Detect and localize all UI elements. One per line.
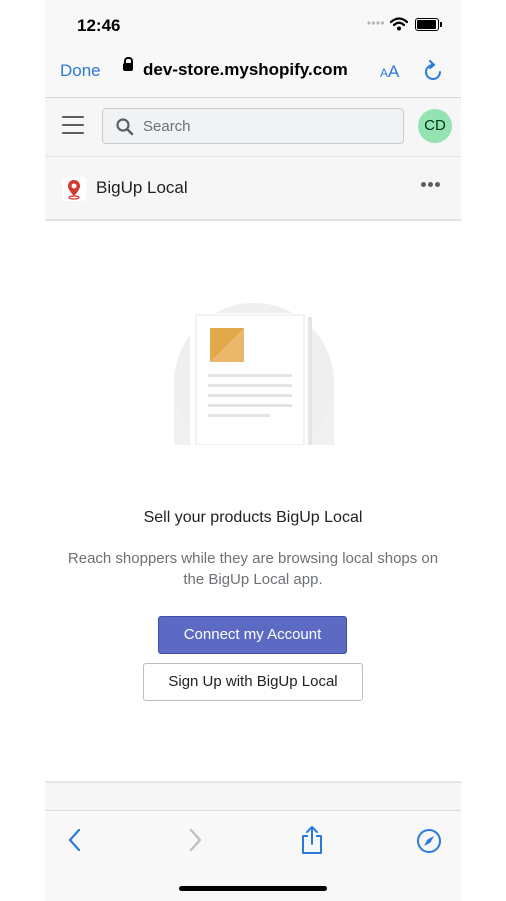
back-icon[interactable]: [67, 827, 83, 853]
phone-screen: 12:46 Done dev-store.myshopify.com AA Se…: [45, 0, 461, 901]
browser-url-bar: Done dev-store.myshopify.com AA: [45, 44, 461, 98]
status-time: 12:46: [77, 16, 121, 35]
avatar[interactable]: CD: [418, 109, 452, 143]
map-pin-icon: [62, 177, 86, 201]
empty-state-illustration: [174, 303, 334, 445]
share-icon[interactable]: [300, 825, 324, 855]
text-size-button[interactable]: AA: [380, 62, 399, 82]
forward-icon[interactable]: [187, 827, 203, 853]
reload-icon[interactable]: [423, 60, 443, 82]
url-text[interactable]: dev-store.myshopify.com: [143, 60, 348, 80]
browser-toolbar: [45, 810, 461, 901]
text-size-small-a: A: [380, 66, 389, 80]
more-icon[interactable]: [421, 182, 441, 188]
compass-icon[interactable]: [416, 828, 442, 854]
sign-up-button[interactable]: Sign Up with BigUp Local: [143, 663, 363, 701]
status-bar: 12:46: [45, 0, 461, 44]
search-placeholder: Search: [143, 118, 191, 135]
done-button[interactable]: Done: [60, 61, 101, 81]
empty-state-heading: Sell your products BigUp Local: [143, 509, 363, 526]
search-icon: [116, 118, 134, 136]
app-header: BigUp Local: [45, 157, 461, 221]
wifi-icon: [390, 17, 408, 31]
battery-cap: [440, 22, 442, 27]
menu-icon[interactable]: [62, 116, 84, 134]
empty-state-description: Reach shoppers while they are browsing l…: [67, 550, 439, 588]
home-indicator: [179, 886, 327, 891]
app-title: BigUp Local: [96, 178, 188, 197]
search-input[interactable]: Search: [102, 108, 404, 144]
connect-account-button[interactable]: Connect my Account: [158, 616, 347, 654]
lock-icon: [123, 57, 133, 71]
admin-top-bar: Search CD: [45, 98, 461, 157]
signal-icon: [367, 21, 385, 25]
page-footer-area: [45, 781, 461, 812]
battery-icon: [415, 18, 439, 31]
text-size-big-a: A: [388, 62, 400, 81]
